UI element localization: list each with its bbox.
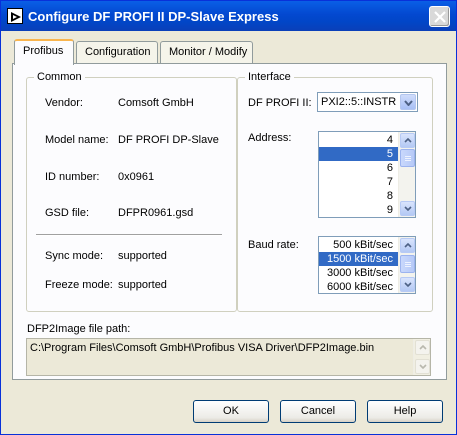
tab-monitor-modify[interactable]: Monitor / Modify (160, 41, 253, 63)
title-bar[interactable]: Configure DF PROFI II DP-Slave Express (1, 1, 456, 31)
image-path-field[interactable]: C:\Program Files\Comsoft GmbH\Profibus V… (26, 338, 431, 376)
common-group: Common (26, 71, 237, 312)
freeze-mode-label: Freeze mode: (45, 279, 113, 291)
vendor-label: Vendor: (45, 97, 83, 109)
window-title: Configure DF PROFI II DP-Slave Express (28, 9, 279, 24)
id-number-value: 0x0961 (118, 171, 155, 183)
address-item[interactable]: 4 (319, 133, 399, 147)
interface-group-label: Interface (245, 71, 294, 83)
ok-button[interactable]: OK (193, 400, 269, 423)
address-item-selected[interactable]: 5 (319, 147, 399, 161)
scroll-thumb[interactable] (400, 149, 415, 167)
cancel-button[interactable]: Cancel (280, 400, 356, 423)
chevron-down-icon (404, 100, 413, 106)
tab-configuration[interactable]: Configuration (76, 41, 158, 63)
baud-rate-item-selected[interactable]: 1500 kBit/sec (319, 252, 399, 266)
scroll-thumb[interactable] (400, 255, 415, 273)
baud-rate-item[interactable]: 3000 kBit/sec (319, 266, 399, 280)
baud-rate-item[interactable]: 6000 kBit/sec (319, 280, 399, 293)
chevron-up-icon (404, 138, 412, 143)
tab-label: Profibus (23, 45, 64, 57)
common-divider (36, 234, 222, 236)
baud-rate-label: Baud rate: (248, 239, 299, 251)
tab-profibus[interactable]: Profibus (14, 39, 74, 65)
chevron-down-icon (404, 206, 412, 211)
scroll-down-button[interactable] (415, 359, 430, 374)
scroll-down-button[interactable] (400, 201, 415, 216)
df-profi-label: DF PROFI II: (248, 97, 312, 109)
address-scrollbar[interactable] (398, 132, 415, 217)
close-button[interactable] (429, 6, 450, 27)
vendor-value: Comsoft GmbH (118, 97, 194, 109)
image-path-scrollbar[interactable] (413, 339, 430, 375)
id-number-label: ID number: (45, 171, 100, 183)
chevron-up-icon (404, 243, 412, 248)
chevron-up-icon (419, 345, 427, 350)
tab-panel-profibus: Common Vendor: Comsoft GmbH Model name: … (12, 63, 447, 380)
baud-rate-scrollbar[interactable] (398, 237, 415, 293)
address-item[interactable]: 7 (319, 175, 399, 189)
help-button[interactable]: Help (367, 400, 443, 423)
model-name-label: Model name: (45, 134, 109, 146)
sync-mode-label: Sync mode: (45, 250, 104, 262)
df-profi-select[interactable]: PXI2::5::INSTR (317, 92, 418, 112)
df-profi-select-value: PXI2::5::INSTR (321, 96, 397, 108)
model-name-value: DF PROFI DP-Slave (118, 134, 219, 146)
dropdown-button[interactable] (400, 94, 416, 110)
scroll-down-button[interactable] (400, 277, 415, 292)
baud-rate-item[interactable]: 500 kBit/sec (319, 238, 399, 252)
address-item[interactable]: 9 (319, 203, 399, 217)
scroll-up-button[interactable] (400, 133, 415, 148)
baud-rate-listbox[interactable]: 500 kBit/sec 1500 kBit/sec 3000 kBit/sec… (318, 236, 416, 294)
image-path-label: DFP2Image file path: (27, 323, 131, 335)
close-icon (434, 11, 446, 23)
chevron-down-icon (404, 282, 412, 287)
tab-label: Monitor / Modify (169, 46, 248, 58)
sync-mode-value: supported (118, 250, 167, 262)
chevron-down-icon (419, 364, 427, 369)
address-item[interactable]: 6 (319, 161, 399, 175)
scroll-up-button[interactable] (400, 238, 415, 253)
common-group-label: Common (34, 71, 85, 83)
image-path-value: C:\Program Files\Comsoft GmbH\Profibus V… (30, 342, 375, 354)
tab-label: Configuration (85, 46, 151, 58)
address-listbox[interactable]: 4 5 6 7 8 9 (318, 131, 416, 218)
gsd-file-label: GSD file: (45, 207, 90, 219)
address-label: Address: (248, 132, 292, 144)
scroll-up-button[interactable] (415, 340, 430, 355)
gsd-file-value: DFPR0961.gsd (118, 207, 194, 219)
labview-app-icon (7, 8, 23, 24)
configure-dialog: Configure DF PROFI II DP-Slave Express P… (0, 0, 457, 435)
address-item[interactable]: 8 (319, 189, 399, 203)
freeze-mode-value: supported (118, 279, 167, 291)
